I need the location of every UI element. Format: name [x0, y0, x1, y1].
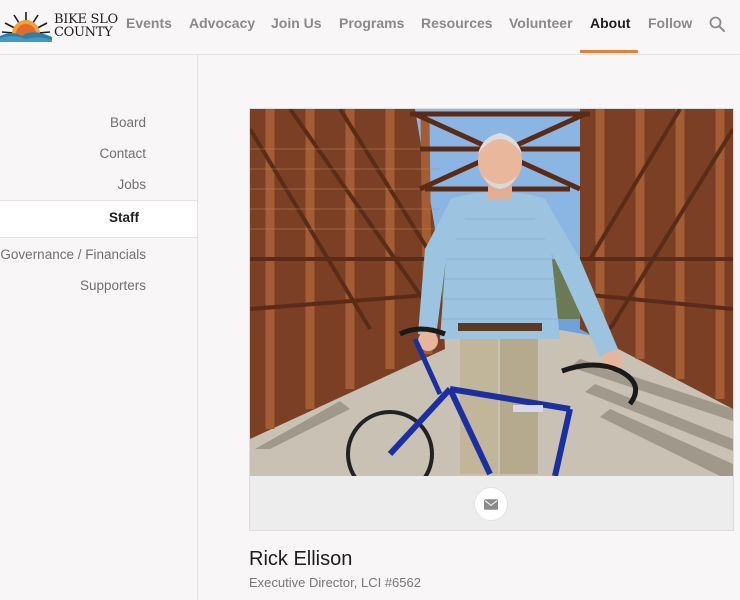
sidebar-item-contact[interactable]: Contact — [99, 146, 146, 161]
staff-title: Executive Director, LCI #6562 — [249, 575, 421, 590]
nav-programs[interactable]: Programs — [339, 15, 404, 31]
nav-volunteer[interactable]: Volunteer — [509, 15, 573, 31]
sidebar-item-staff[interactable]: Staff — [0, 200, 197, 238]
staff-photo — [250, 109, 733, 476]
logo-wordmark: BIKE SLO COUNTY — [54, 13, 118, 39]
staff-photo-image — [250, 109, 733, 476]
nav-advocacy[interactable]: Advocacy — [189, 15, 255, 31]
nav-join-us[interactable]: Join Us — [271, 15, 322, 31]
staff-name: Rick Ellison — [249, 548, 353, 570]
site-header: BIKE SLO COUNTY Events Advocacy Join Us … — [0, 0, 740, 55]
envelope-icon — [484, 498, 498, 510]
sidebar-item-label: Staff — [109, 210, 139, 225]
sidebar-item-supporters[interactable]: Supporters — [80, 278, 146, 293]
about-sidebar: Board Contact Jobs Staff Governance / Fi… — [0, 55, 198, 600]
site-logo[interactable]: BIKE SLO COUNTY — [0, 8, 118, 44]
nav-about[interactable]: About — [590, 15, 630, 31]
sun-mountain-logo-icon — [0, 12, 52, 42]
sidebar-item-governance-financials[interactable]: Governance / Financials — [0, 247, 146, 262]
nav-resources[interactable]: Resources — [421, 15, 493, 31]
active-nav-underline — [580, 50, 638, 53]
sidebar-item-jobs[interactable]: Jobs — [117, 177, 146, 192]
logo-line-2: COUNTY — [54, 25, 113, 40]
search-icon[interactable] — [709, 16, 725, 32]
sidebar-item-board[interactable]: Board — [110, 115, 146, 130]
nav-follow[interactable]: Follow — [648, 15, 692, 31]
nav-events[interactable]: Events — [126, 15, 172, 31]
staff-card — [249, 108, 734, 531]
email-button[interactable] — [474, 487, 508, 521]
